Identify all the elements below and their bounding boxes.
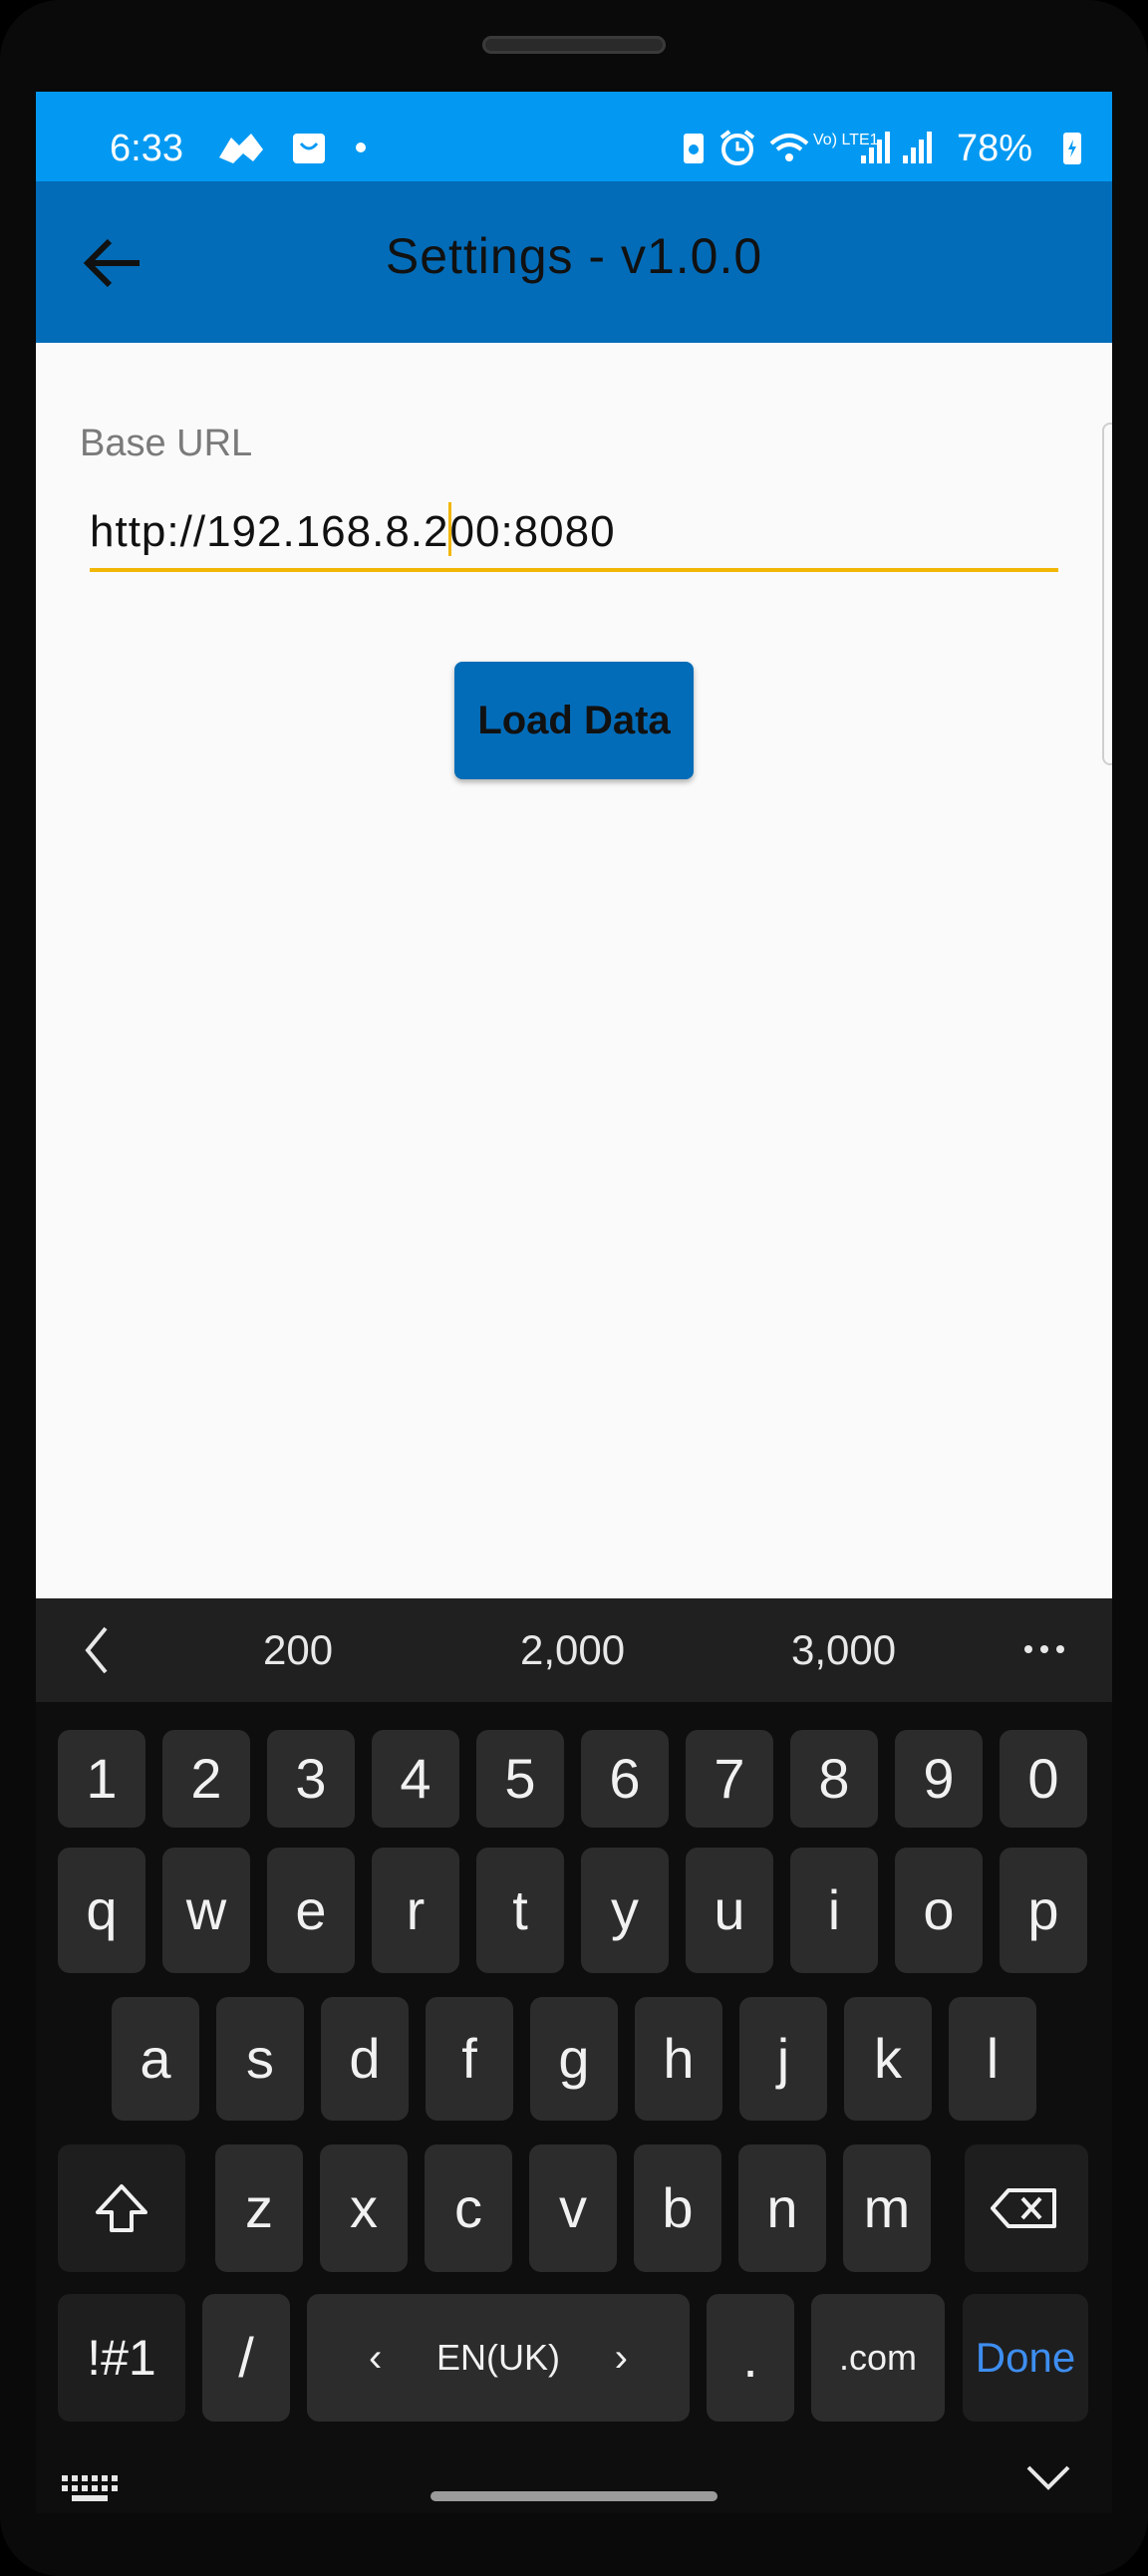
shopping-bag-icon: [289, 128, 329, 175]
key-d[interactable]: d: [321, 1997, 409, 2121]
home-indicator[interactable]: [430, 2491, 718, 2501]
key-w[interactable]: w: [162, 1848, 250, 1973]
keyboard-switch-icon[interactable]: [62, 2475, 118, 2508]
key-7[interactable]: 7: [686, 1730, 773, 1828]
battery-percentage: 78%: [956, 128, 1032, 169]
slash-key[interactable]: /: [202, 2294, 290, 2422]
chevron-right-icon: ›: [614, 2336, 628, 2380]
wifi-icon: [767, 128, 811, 175]
key-3[interactable]: 3: [267, 1730, 355, 1828]
battery-saver-icon: [680, 128, 708, 175]
key-9[interactable]: 9: [895, 1730, 983, 1828]
page-title: Settings - v1.0.0: [385, 228, 763, 284]
dotcom-key[interactable]: .com: [811, 2294, 945, 2422]
key-6[interactable]: 6: [581, 1730, 669, 1828]
shift-icon: [96, 2184, 147, 2232]
done-key[interactable]: Done: [963, 2294, 1088, 2422]
backspace-icon: [991, 2188, 1056, 2228]
suggestion-item[interactable]: 200: [263, 1626, 333, 1674]
key-x[interactable]: x: [320, 2145, 408, 2272]
key-i[interactable]: i: [790, 1848, 878, 1973]
notification-app-icon: [213, 128, 269, 175]
input-underline: [90, 568, 1058, 572]
key-y[interactable]: y: [581, 1848, 669, 1973]
key-4[interactable]: 4: [372, 1730, 459, 1828]
key-c[interactable]: c: [425, 2145, 512, 2272]
dot-icon: [353, 128, 369, 175]
key-b[interactable]: b: [634, 2145, 721, 2272]
alarm-icon: [718, 128, 757, 175]
key-m[interactable]: m: [843, 2145, 931, 2272]
space-language-key[interactable]: ‹ EN(UK) ›: [307, 2294, 690, 2422]
scroll-indicator: [1102, 423, 1112, 765]
soft-keyboard: 200 2,000 3,000 1 2 3 4 5 6 7 8 9 0 q w …: [36, 1598, 1112, 2513]
input-text-before-caret: http://192.168.8.2: [90, 507, 449, 556]
settings-content: Base URL http://192.168.8.200:8080 Load …: [36, 343, 1112, 1598]
key-n[interactable]: n: [738, 2145, 826, 2272]
key-r[interactable]: r: [372, 1848, 459, 1973]
key-5[interactable]: 5: [476, 1730, 564, 1828]
key-h[interactable]: h: [635, 1997, 722, 2121]
key-g[interactable]: g: [530, 1997, 618, 2121]
status-time: 6:33: [110, 128, 183, 169]
chevron-down-icon[interactable]: [1024, 2461, 1072, 2496]
suggestion-item[interactable]: 3,000: [791, 1626, 896, 1674]
base-url-input[interactable]: http://192.168.8.200:8080: [90, 502, 616, 557]
signal-icon-2: [901, 128, 937, 175]
symbols-key[interactable]: !#1: [58, 2294, 185, 2422]
chevron-left-icon: ‹: [369, 2336, 383, 2380]
status-bar: 6:33 Vo) LTE1 78%: [36, 92, 1112, 181]
signal-icon-1: [859, 128, 895, 175]
language-label: EN(UK): [436, 2337, 560, 2378]
app-bar: Settings - v1.0.0: [36, 181, 1112, 343]
suggestion-bar: 200 2,000 3,000: [36, 1598, 1112, 1702]
key-8[interactable]: 8: [790, 1730, 878, 1828]
key-o[interactable]: o: [895, 1848, 983, 1973]
key-a[interactable]: a: [112, 1997, 199, 2121]
key-0[interactable]: 0: [1000, 1730, 1087, 1828]
key-l[interactable]: l: [949, 1997, 1036, 2121]
key-e[interactable]: e: [267, 1848, 355, 1973]
key-j[interactable]: j: [739, 1997, 827, 2121]
key-z[interactable]: z: [215, 2145, 303, 2272]
phone-frame: 6:33 Vo) LTE1 78% Settings - v1.0.0 Base…: [0, 0, 1148, 2576]
input-text-after-caret: 00:8080: [449, 507, 616, 556]
period-key[interactable]: .: [707, 2294, 794, 2422]
suggestion-item[interactable]: 2,000: [520, 1626, 625, 1674]
load-data-button[interactable]: Load Data: [454, 662, 694, 779]
key-1[interactable]: 1: [58, 1730, 145, 1828]
base-url-label: Base URL: [80, 423, 253, 464]
key-u[interactable]: u: [686, 1848, 773, 1973]
shift-key[interactable]: [58, 2145, 185, 2272]
battery-charging-icon: [1060, 128, 1084, 175]
key-q[interactable]: q: [58, 1848, 145, 1973]
key-p[interactable]: p: [1000, 1848, 1087, 1973]
key-2[interactable]: 2: [162, 1730, 250, 1828]
earpiece-speaker: [482, 36, 666, 54]
more-options-icon[interactable]: [1022, 1642, 1066, 1660]
key-v[interactable]: v: [529, 2145, 617, 2272]
backspace-key[interactable]: [965, 2145, 1088, 2272]
screen: 6:33 Vo) LTE1 78% Settings - v1.0.0 Base…: [36, 92, 1112, 2513]
key-k[interactable]: k: [844, 1997, 932, 2121]
suggestions-back-icon[interactable]: [82, 1624, 112, 1681]
key-f[interactable]: f: [426, 1997, 513, 2121]
key-s[interactable]: s: [216, 1997, 304, 2121]
key-t[interactable]: t: [476, 1848, 564, 1973]
